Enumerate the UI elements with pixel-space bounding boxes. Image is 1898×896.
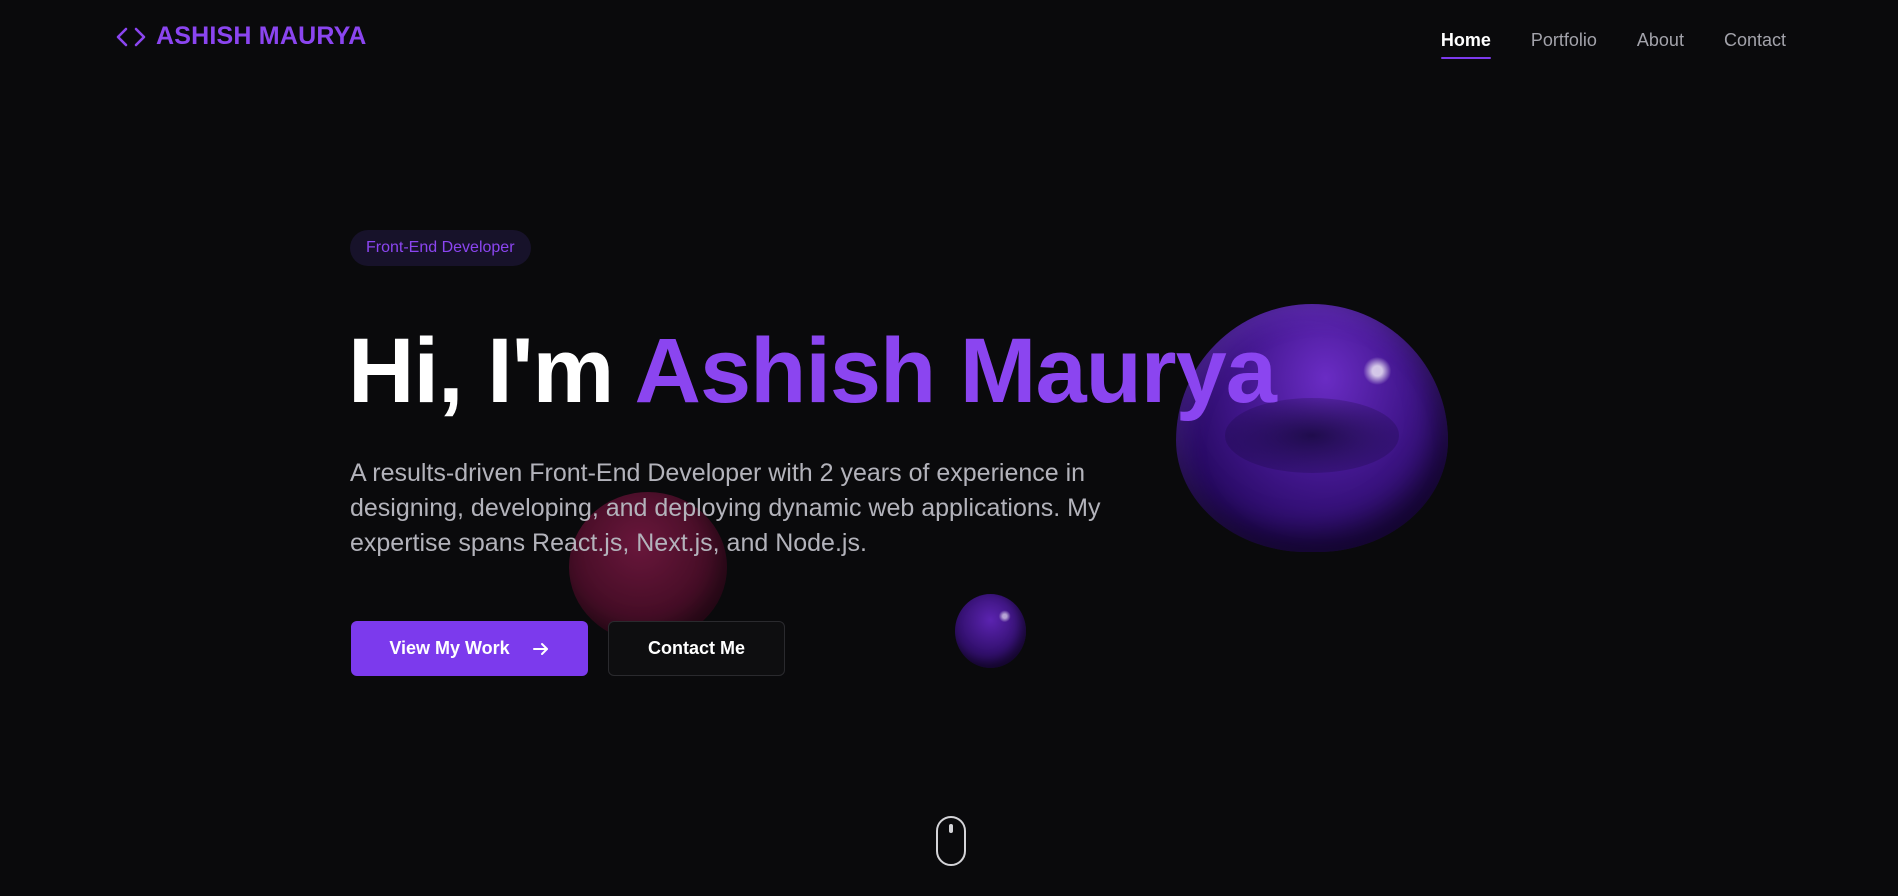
page: ASHISH MAURYA Home Portfolio About Conta…: [0, 0, 1898, 896]
headline-name: Ashish Maurya: [634, 320, 1277, 422]
contact-me-label: Contact Me: [647, 638, 745, 658]
nav-link-contact[interactable]: Contact: [1724, 30, 1786, 55]
decorative-small-purple-sphere: [955, 594, 1026, 668]
nav-link-about[interactable]: About: [1637, 30, 1684, 55]
view-my-work-button[interactable]: View My Work: [351, 621, 588, 676]
logo-link[interactable]: ASHISH MAURYA: [116, 22, 367, 51]
view-my-work-label: View My Work: [389, 638, 510, 658]
hero-headline: Hi, I'm Ashish Maurya: [348, 316, 1277, 426]
logo-text: ASHISH MAURYA: [156, 22, 367, 50]
role-badge: Front-End Developer: [350, 230, 531, 266]
nav-link-portfolio[interactable]: Portfolio: [1531, 30, 1597, 55]
code-brackets-icon: [116, 26, 146, 48]
hero-description: A results-driven Front-End Developer wit…: [350, 459, 1101, 557]
mouse-scroll-icon[interactable]: [935, 815, 967, 867]
nav-link-home[interactable]: Home: [1440, 30, 1491, 59]
headline-greeting: Hi, I'm: [348, 320, 635, 422]
main-nav: Home Portfolio About Contact: [1440, 30, 1786, 59]
arrow-right-icon: [532, 641, 550, 657]
contact-me-button[interactable]: Contact Me: [608, 621, 785, 676]
